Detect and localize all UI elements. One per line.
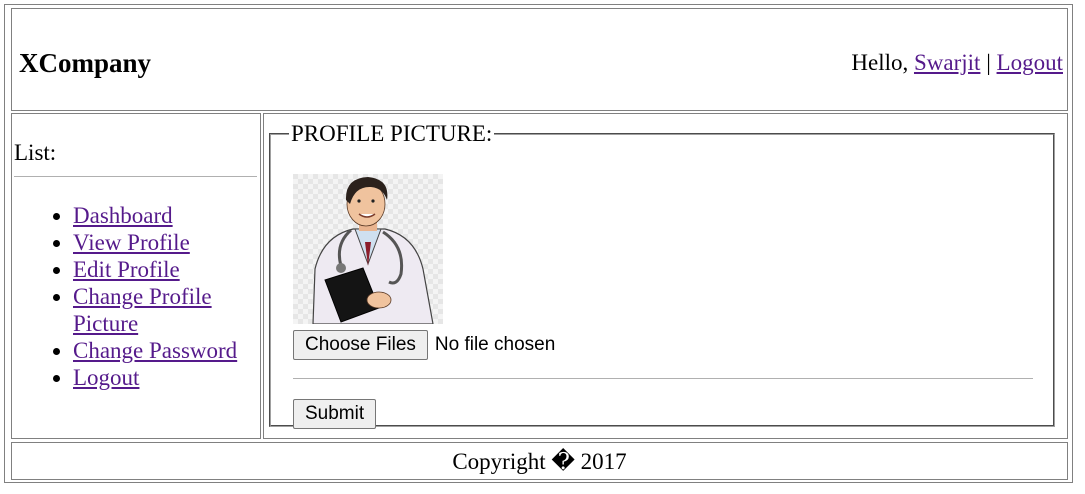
file-picker: Choose Files No file chosen xyxy=(293,330,555,360)
sidebar-item-change-picture: Change Profile Picture xyxy=(73,283,253,337)
sidebar-divider xyxy=(14,176,257,177)
change-password-link[interactable]: Change Password xyxy=(73,338,237,363)
view-profile-link[interactable]: View Profile xyxy=(73,230,190,255)
sidebar-logout-link[interactable]: Logout xyxy=(73,365,139,390)
user-greeting: Hello, Swarjit | Logout xyxy=(851,49,1063,77)
choose-files-button[interactable]: Choose Files xyxy=(293,330,428,360)
sidebar-item-logout: Logout xyxy=(73,364,253,391)
form-divider xyxy=(293,378,1033,379)
dashboard-link[interactable]: Dashboard xyxy=(73,203,173,228)
sidebar-item-edit-profile: Edit Profile xyxy=(73,256,253,283)
main-content: PROFILE PICTURE: Choose Files No file ch… xyxy=(263,113,1068,439)
sidebar-title: List: xyxy=(14,140,57,165)
submit-button[interactable]: Submit xyxy=(293,399,377,429)
edit-profile-link[interactable]: Edit Profile xyxy=(73,257,180,282)
footer: Copyright � 2017 xyxy=(11,442,1068,480)
profile-picture-legend: PROFILE PICTURE: xyxy=(291,121,493,146)
header-logout-link[interactable]: Logout xyxy=(997,50,1063,75)
doctor-avatar-image xyxy=(293,174,443,324)
sidebar-item-dashboard: Dashboard xyxy=(73,202,253,229)
sidebar-item-change-password: Change Password xyxy=(73,337,253,364)
username-link[interactable]: Swarjit xyxy=(914,50,980,75)
copyright-text: Copyright � 2017 xyxy=(452,449,627,474)
file-status-text: No file chosen xyxy=(434,334,556,355)
greeting-prefix: Hello, xyxy=(851,50,909,75)
profile-picture-fieldset: PROFILE PICTURE: Choose Files No file ch… xyxy=(269,121,1055,429)
sidebar-item-view-profile: View Profile xyxy=(73,229,253,256)
separator: | xyxy=(986,50,991,75)
header: XCompany Hello, Swarjit | Logout xyxy=(11,8,1068,111)
change-profile-picture-link[interactable]: Change Profile Picture xyxy=(73,284,212,336)
page-layout-table: XCompany Hello, Swarjit | Logout List: D… xyxy=(4,4,1073,483)
sidebar: List: Dashboard View Profile Edit Profil… xyxy=(11,113,261,439)
brand-title: XCompany xyxy=(19,48,152,78)
sidebar-nav: Dashboard View Profile Edit Profile Chan… xyxy=(12,202,253,391)
